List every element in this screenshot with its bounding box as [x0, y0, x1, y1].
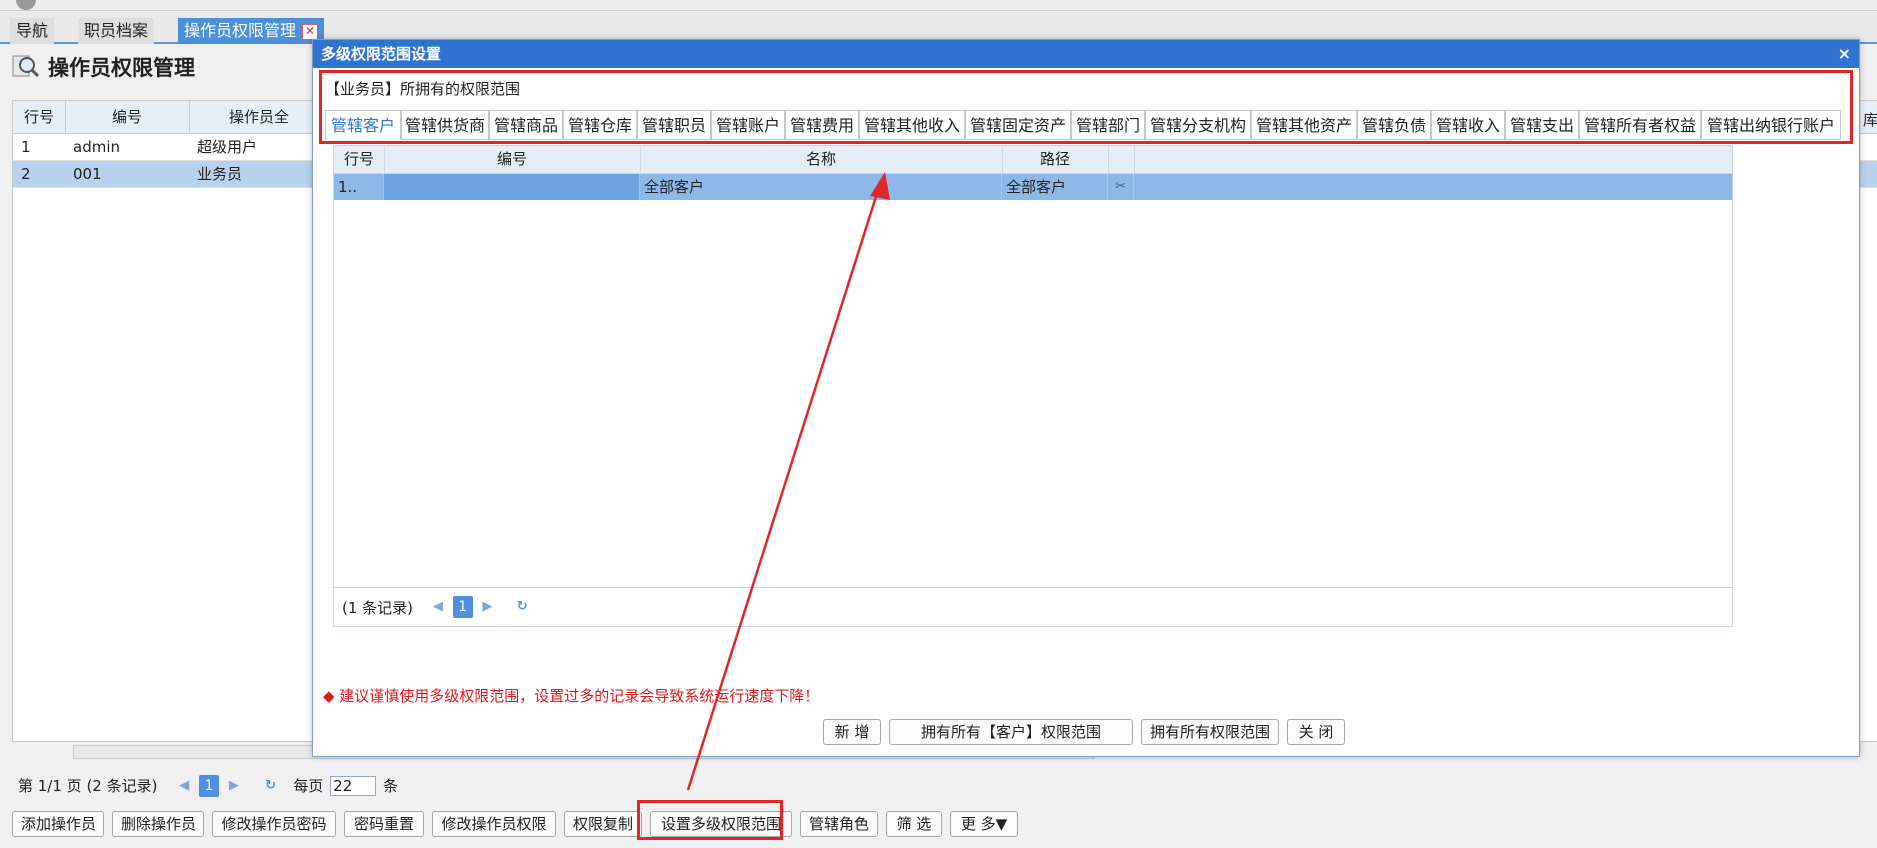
col-row-number[interactable]: 行号 [13, 101, 66, 133]
col-action [1108, 146, 1135, 173]
name-cell: 全部客户 [640, 174, 1002, 200]
warning-hint: ◆ 建议谨慎使用多级权限范围，设置过多的记录会导致系统运行速度下降！ [323, 687, 820, 705]
row-number-cell: 1.. [334, 174, 384, 200]
app-logo-icon [16, 0, 36, 10]
record-count-text: (1 条记录) [342, 598, 414, 617]
tab-staff-records[interactable]: 职员档案 [78, 18, 155, 44]
code-cell: 001 [73, 165, 102, 183]
managed-roles-button[interactable]: 管辖角色 [800, 811, 878, 837]
code-cell[interactable] [384, 174, 640, 200]
row-number-cell: 1 [21, 138, 31, 156]
tab-operator-permissions[interactable]: 操作员权限管理 ✕ [178, 18, 325, 44]
change-password-button[interactable]: 修改操作员密码 [212, 811, 336, 837]
col-name[interactable]: 名称 [640, 146, 1003, 173]
col-warehouse-partial: 库 [1862, 111, 1877, 129]
magnifier-icon [12, 55, 40, 78]
col-code[interactable]: 编号 [65, 101, 190, 133]
tab-label: 职员档案 [84, 21, 149, 40]
pager-status-text: 第 1/1 页 (2 条记录) [18, 776, 158, 795]
highlight-box-tabs [319, 70, 1853, 144]
current-page-button[interactable]: 1 [199, 774, 220, 797]
code-cell: admin [73, 138, 120, 156]
name-cell: 超级用户 [197, 138, 258, 156]
scope-grid-pager: (1 条记录) ◀ 1 ▶ ↻ [342, 596, 532, 618]
col-code[interactable]: 编号 [384, 146, 641, 173]
tab-navigation[interactable]: 导航 [10, 18, 55, 44]
close-button[interactable]: 关 闭 [1287, 719, 1345, 745]
tab-label: 导航 [16, 21, 49, 40]
all-scope-button[interactable]: 拥有所有权限范围 [1141, 719, 1279, 745]
page-title: 操作员权限管理 [48, 56, 195, 80]
refresh-icon[interactable]: ↻ [512, 596, 532, 618]
col-path[interactable]: 路径 [1002, 146, 1109, 173]
prev-page-icon[interactable]: ◀ [428, 596, 448, 618]
scope-grid-footer: (1 条记录) ◀ 1 ▶ ↻ [334, 587, 1732, 626]
multilevel-scope-dialog: 多级权限范围设置 × 【业务员】所拥有的权限范围 管辖客户 管辖供货商 管辖商品… [312, 39, 1860, 757]
copy-permissions-button[interactable]: 权限复制 [564, 811, 642, 837]
scope-grid-header: 行号 编号 名称 路径 [334, 146, 1732, 174]
next-page-icon[interactable]: ▶ [477, 596, 497, 618]
reset-password-button[interactable]: 密码重置 [344, 811, 424, 837]
all-customer-scope-button[interactable]: 拥有所有【客户】权限范围 [889, 719, 1133, 745]
dialog-title: 多级权限范围设置 [321, 45, 442, 63]
per-page-input[interactable]: 22 [330, 775, 377, 796]
name-cell: 业务员 [197, 165, 243, 183]
prev-page-icon[interactable]: ◀ [174, 775, 194, 797]
close-icon[interactable]: × [1838, 40, 1851, 68]
clear-icon[interactable]: ✂ [1108, 174, 1134, 200]
refresh-icon[interactable]: ↻ [261, 775, 281, 797]
tab-close-icon[interactable]: ✕ [302, 23, 319, 40]
path-cell: 全部客户 [1002, 174, 1108, 200]
current-page-button[interactable]: 1 [452, 596, 473, 618]
highlight-box-toolbar [637, 800, 783, 840]
add-operator-button[interactable]: 添加操作员 [12, 811, 104, 837]
col-operator-name[interactable]: 操作员全 [189, 101, 330, 133]
per-page-unit: 条 [382, 776, 398, 795]
row-number-cell: 2 [21, 165, 31, 183]
delete-operator-button[interactable]: 删除操作员 [112, 811, 204, 837]
next-page-icon[interactable]: ▶ [224, 775, 244, 797]
tab-label: 操作员权限管理 [184, 21, 297, 40]
scope-grid: 行号 编号 名称 路径 1.. 全部客户 全部客户 ✂ (1 条记录) ◀ 1 … [333, 145, 1733, 627]
per-page-label: 每页 [293, 776, 324, 795]
edit-permissions-button[interactable]: 修改操作员权限 [432, 811, 556, 837]
filter-button[interactable]: 筛 选 [886, 811, 942, 837]
table-row-selected[interactable]: 1.. 全部客户 全部客户 ✂ [334, 174, 1732, 200]
app-menubar [0, 0, 1877, 11]
add-button[interactable]: 新 增 [823, 719, 881, 745]
col-row-number[interactable]: 行号 [334, 146, 385, 173]
dialog-titlebar[interactable]: 多级权限范围设置 × [313, 40, 1859, 68]
operators-pager: 第 1/1 页 (2 条记录) ◀ 1 ▶ ↻ 每页 22 条 [18, 772, 398, 798]
more-button[interactable]: 更 多▼ [950, 811, 1018, 837]
